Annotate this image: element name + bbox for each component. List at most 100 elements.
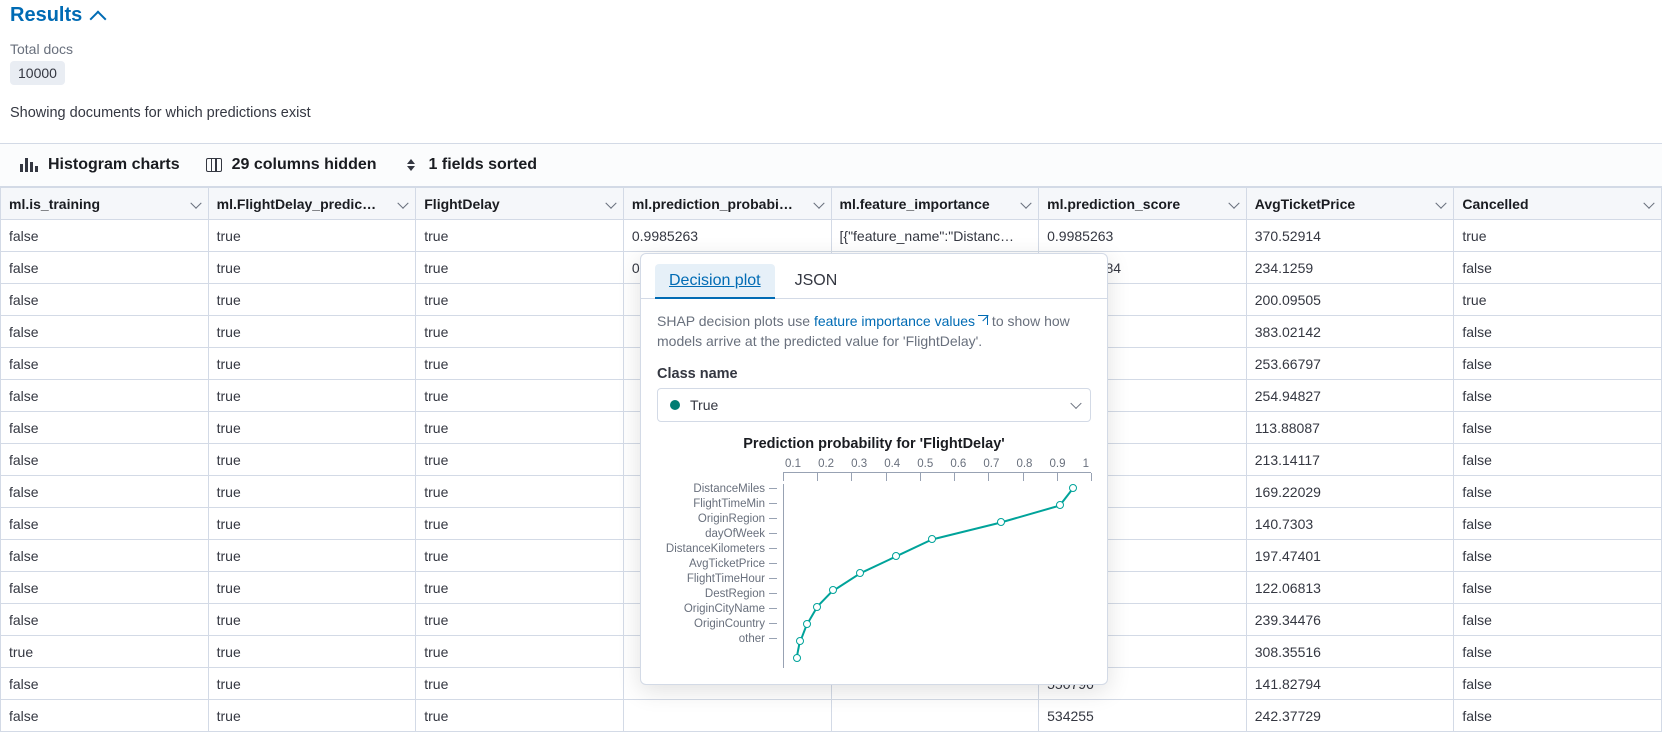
chart-line-segment bbox=[932, 522, 1001, 540]
chart-point bbox=[928, 535, 936, 543]
table-cell: false bbox=[1454, 636, 1662, 668]
chart-x-tick: 0.4 bbox=[884, 458, 900, 470]
table-cell: 0.9985263 bbox=[1039, 220, 1247, 252]
table-cell: true bbox=[416, 636, 624, 668]
table-cell: true bbox=[208, 540, 416, 572]
table-cell: 534255 bbox=[1039, 700, 1247, 732]
chart-x-tick: 0.6 bbox=[950, 458, 966, 470]
table-cell: [{"feature_name":"Distanc… bbox=[831, 220, 1039, 252]
table-cell: true bbox=[1454, 284, 1662, 316]
table-cell: true bbox=[1, 636, 209, 668]
chart-y-labels: DistanceMilesFlightTimeMinOriginRegionda… bbox=[657, 458, 783, 668]
total-docs-label: Total docs bbox=[10, 41, 1652, 57]
chevron-down-icon bbox=[813, 197, 824, 208]
table-cell: 308.35516 bbox=[1246, 636, 1454, 668]
shap-decision-chart: DistanceMilesFlightTimeMinOriginRegionda… bbox=[657, 458, 1091, 668]
table-cell: true bbox=[208, 444, 416, 476]
table-cell: false bbox=[1, 668, 209, 700]
column-header[interactable]: AvgTicketPrice bbox=[1246, 188, 1454, 220]
table-cell: true bbox=[416, 604, 624, 636]
table-cell: true bbox=[416, 380, 624, 412]
chart-y-label: OriginRegion bbox=[698, 514, 777, 526]
column-header[interactable]: ml.FlightDelay_predic… bbox=[208, 188, 416, 220]
chart-point bbox=[803, 620, 811, 628]
table-cell: false bbox=[1, 444, 209, 476]
chart-x-tick: 0.8 bbox=[1016, 458, 1032, 470]
table-cell: true bbox=[416, 220, 624, 252]
chart-x-tick: 0.2 bbox=[818, 458, 834, 470]
class-name-select[interactable]: True bbox=[657, 388, 1091, 422]
table-row[interactable]: falsetruetrue534255242.37729false bbox=[1, 700, 1662, 732]
popover-description: SHAP decision plots use feature importan… bbox=[657, 311, 1091, 352]
chevron-down-icon bbox=[398, 197, 409, 208]
table-cell: 254.94827 bbox=[1246, 380, 1454, 412]
fields-sorted-button[interactable]: 1 fields sorted bbox=[403, 156, 537, 174]
chart-y-label: FlightTimeHour bbox=[687, 574, 777, 586]
chevron-up-icon bbox=[90, 10, 107, 27]
table-cell: false bbox=[1454, 540, 1662, 572]
table-cell: true bbox=[208, 284, 416, 316]
chart-y-label: DistanceKilometers bbox=[666, 544, 777, 556]
table-cell: false bbox=[1, 604, 209, 636]
table-cell: 234.1259 bbox=[1246, 252, 1454, 284]
chart-line-segment bbox=[896, 539, 933, 557]
table-cell: true bbox=[416, 668, 624, 700]
columns-hidden-button[interactable]: 29 columns hidden bbox=[206, 156, 377, 174]
table-cell: 213.14117 bbox=[1246, 444, 1454, 476]
chart-x-tick: 0.3 bbox=[851, 458, 867, 470]
chart-point bbox=[856, 569, 864, 577]
chart-y-label: DistanceMiles bbox=[693, 484, 777, 496]
table-cell: false bbox=[1454, 412, 1662, 444]
tab-json[interactable]: JSON bbox=[781, 264, 852, 298]
chart-x-ticks: 0.10.20.30.40.50.60.70.80.91 bbox=[783, 458, 1091, 470]
table-cell: false bbox=[1454, 668, 1662, 700]
table-cell: 370.52914 bbox=[1246, 220, 1454, 252]
table-cell: 122.06813 bbox=[1246, 572, 1454, 604]
table-cell: true bbox=[416, 252, 624, 284]
column-header[interactable]: ml.prediction_score bbox=[1039, 188, 1247, 220]
class-name-value: True bbox=[690, 397, 718, 413]
chart-point bbox=[997, 518, 1005, 526]
tab-decision-plot[interactable]: Decision plot bbox=[655, 264, 775, 298]
table-cell: 113.88087 bbox=[1246, 412, 1454, 444]
column-header[interactable]: FlightDelay bbox=[416, 188, 624, 220]
table-cell: false bbox=[1, 476, 209, 508]
table-cell: true bbox=[208, 508, 416, 540]
external-link-icon bbox=[978, 315, 988, 325]
table-cell: true bbox=[416, 508, 624, 540]
chart-point bbox=[1069, 484, 1077, 492]
table-cell: true bbox=[208, 476, 416, 508]
table-cell: 383.02142 bbox=[1246, 316, 1454, 348]
table-cell: true bbox=[416, 316, 624, 348]
chevron-down-icon bbox=[1228, 197, 1239, 208]
chart-x-tick: 0.9 bbox=[1050, 458, 1066, 470]
chart-x-tick: 0.5 bbox=[917, 458, 933, 470]
results-title: Results bbox=[10, 4, 82, 27]
chevron-down-icon bbox=[1020, 197, 1031, 208]
histogram-charts-toggle[interactable]: Histogram charts bbox=[20, 156, 180, 174]
table-cell: false bbox=[1, 220, 209, 252]
table-cell: true bbox=[208, 668, 416, 700]
table-cell: true bbox=[208, 252, 416, 284]
histogram-icon bbox=[20, 158, 38, 172]
column-header[interactable]: Cancelled bbox=[1454, 188, 1662, 220]
chart-plot-area: 0.10.20.30.40.50.60.70.80.91 bbox=[783, 458, 1091, 668]
chart-point bbox=[829, 586, 837, 594]
table-cell bbox=[831, 700, 1039, 732]
table-cell: false bbox=[1, 380, 209, 412]
feature-importance-link[interactable]: feature importance values bbox=[814, 313, 988, 329]
chart-y-label: FlightTimeMin bbox=[693, 499, 777, 511]
table-cell: true bbox=[208, 348, 416, 380]
sort-icon bbox=[403, 157, 419, 173]
chart-point bbox=[796, 637, 804, 645]
column-header[interactable]: ml.is_training bbox=[1, 188, 209, 220]
column-header[interactable]: ml.prediction_probabi… bbox=[623, 188, 831, 220]
total-docs-value: 10000 bbox=[10, 61, 65, 85]
table-cell: true bbox=[208, 572, 416, 604]
table-cell: false bbox=[1, 412, 209, 444]
chart-line-segment bbox=[859, 556, 896, 574]
table-row[interactable]: falsetruetrue0.9985263[{"feature_name":"… bbox=[1, 220, 1662, 252]
column-header[interactable]: ml.feature_importance bbox=[831, 188, 1039, 220]
table-cell: true bbox=[416, 572, 624, 604]
results-toggle[interactable]: Results bbox=[10, 4, 104, 27]
